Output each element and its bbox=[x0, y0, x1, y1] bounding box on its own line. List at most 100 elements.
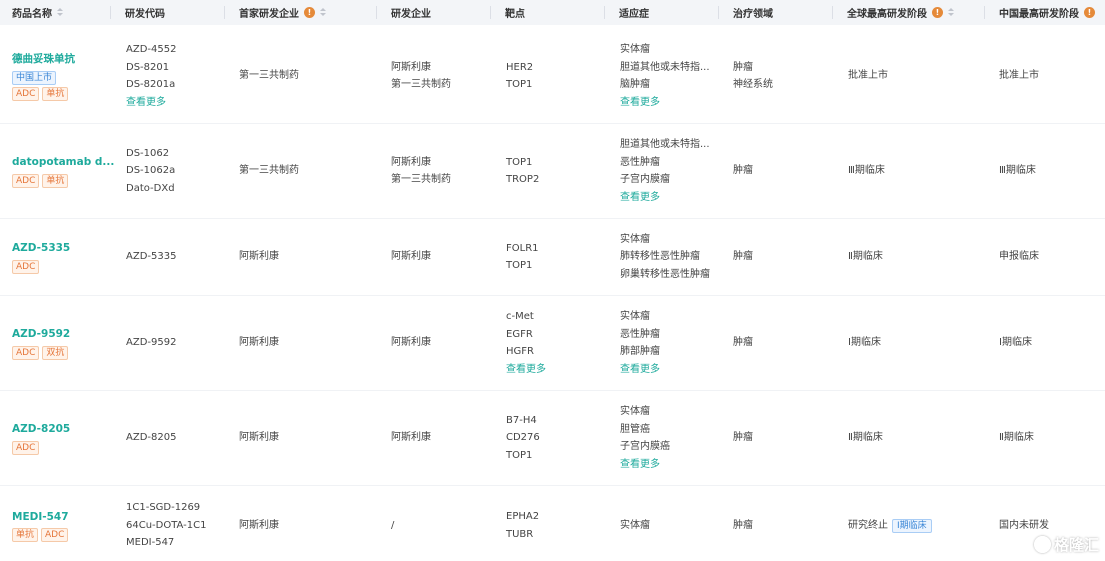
type-badge: 单抗 bbox=[12, 528, 39, 543]
type-badge: 单抗 bbox=[42, 86, 69, 101]
target-name: c-Met bbox=[506, 311, 534, 322]
therapy-area-name: 肿瘤 bbox=[733, 519, 753, 531]
watermark-logo-icon bbox=[1033, 536, 1051, 553]
type-tags: ADC 双抗 bbox=[12, 345, 70, 360]
cell-first-company: 第一三共制药 bbox=[239, 124, 299, 218]
cell-rd-code: AZD-5335 bbox=[126, 219, 176, 295]
see-more-link[interactable]: 查看更多 bbox=[506, 361, 546, 379]
see-more-link[interactable]: 查看更多 bbox=[620, 189, 710, 207]
therapy-area-name: 肿瘤 bbox=[733, 251, 753, 263]
cell-target: TOP1 TROP2 bbox=[506, 124, 539, 218]
type-badge: ADC bbox=[12, 259, 40, 274]
drug-name-link[interactable]: datopotamab d... bbox=[12, 154, 114, 172]
cell-therapy-area: 肿瘤 bbox=[733, 124, 753, 218]
header-rd-code: 研发代码 bbox=[110, 0, 165, 25]
global-stage-text: Ⅲ期临床 bbox=[848, 165, 885, 177]
global-stage-value: Ⅰ期临床 bbox=[848, 334, 881, 352]
first-company-name: 阿斯利康 bbox=[239, 337, 279, 349]
cell-drug-name: AZD-8205 ADC bbox=[12, 391, 70, 485]
rd-code: MEDI-547 bbox=[126, 537, 175, 549]
therapy-area-name: 肿瘤 bbox=[733, 432, 753, 444]
first-company-name: 第一三共制药 bbox=[239, 70, 299, 82]
global-stage-text: Ⅰ期临床 bbox=[848, 337, 881, 349]
header-drug-name[interactable]: 药品名称 bbox=[12, 0, 63, 25]
header-first-company[interactable]: 首家研发企业 ! bbox=[224, 0, 326, 25]
cell-therapy-area: 肿瘤 神经系统 bbox=[733, 29, 773, 123]
global-stage-text: 研究终止 bbox=[848, 519, 888, 531]
cell-indication: 实体瘤 bbox=[620, 486, 650, 561]
drug-name-link[interactable]: MEDI-547 bbox=[12, 509, 69, 527]
target-name: TOP1 bbox=[506, 260, 533, 271]
drug-name-link[interactable]: AZD-8205 bbox=[12, 421, 70, 439]
cell-rd-code: AZD-9592 bbox=[126, 296, 176, 390]
cell-rd-code: 1C1-SGD-1269 64Cu-DOTA-1C1 MEDI-547 bbox=[126, 486, 207, 561]
company-name: 阿斯利康 bbox=[391, 337, 431, 349]
cell-global-stage: Ⅱ期临床 bbox=[848, 219, 883, 295]
sort-icon[interactable] bbox=[57, 8, 63, 17]
sort-icon[interactable] bbox=[320, 8, 326, 17]
china-stage-text: 批准上市 bbox=[999, 70, 1039, 82]
drug-name-link[interactable]: AZD-9592 bbox=[12, 326, 70, 344]
therapy-area-name: 肿瘤 bbox=[733, 61, 753, 73]
china-stage-text: Ⅰ期临床 bbox=[999, 337, 1032, 349]
cell-therapy-area: 肿瘤 bbox=[733, 486, 753, 561]
company-name: / bbox=[391, 519, 395, 531]
target-name: TOP1 bbox=[506, 79, 533, 90]
cell-indication: 实体瘤 恶性肿瘤 肺部肿瘤 查看更多 bbox=[620, 296, 660, 390]
china-stage-text: 国内未研发 bbox=[999, 519, 1049, 531]
cell-company: / bbox=[391, 486, 394, 561]
cell-company: 阿斯利康 bbox=[391, 296, 431, 390]
header-indication: 适应症 bbox=[604, 0, 649, 25]
cell-indication: 胆道其他或未特指... 恶性肿瘤 子宫内膜瘤 查看更多 bbox=[620, 124, 710, 218]
cell-first-company: 第一三共制药 bbox=[239, 29, 299, 123]
china-stage-text: 申报临床 bbox=[999, 251, 1039, 263]
type-badge: ADC bbox=[12, 440, 40, 455]
sort-icon[interactable] bbox=[948, 8, 954, 17]
cell-first-company: 阿斯利康 bbox=[239, 486, 279, 561]
china-stage-text: Ⅱ期临床 bbox=[999, 432, 1034, 444]
cell-target: c-Met EGFR HGFR 查看更多 bbox=[506, 296, 546, 390]
cell-first-company: 阿斯利康 bbox=[239, 296, 279, 390]
header-global-stage[interactable]: 全球最高研发阶段 ! bbox=[832, 0, 954, 25]
cell-drug-name: AZD-5335 ADC bbox=[12, 219, 70, 295]
indication-name: 肺转移性恶性肿瘤 bbox=[620, 251, 700, 263]
cell-rd-code: AZD-4552 DS-8201 DS-8201a 查看更多 bbox=[126, 29, 176, 123]
company-name: 阿斯利康 bbox=[391, 251, 431, 263]
see-more-link[interactable]: 查看更多 bbox=[620, 94, 710, 112]
indication-name: 实体瘤 bbox=[620, 406, 650, 417]
cell-global-stage: 研究终止 Ⅰ期临床 bbox=[848, 486, 932, 561]
rd-code: 1C1-SGD-1269 bbox=[126, 502, 201, 514]
table-row: 德曲妥珠单抗 中国上市 ADC 单抗 AZD-4552 DS-8201 DS-8201a 查看… bbox=[0, 29, 1105, 124]
header-target: 靶点 bbox=[490, 0, 525, 25]
cell-company: 阿斯利康 bbox=[391, 219, 431, 295]
indication-name: 脑肿瘤 bbox=[620, 79, 650, 90]
first-company-name: 阿斯利康 bbox=[239, 519, 279, 531]
rd-code: DS-8201a bbox=[126, 79, 176, 90]
see-more-link[interactable]: 查看更多 bbox=[620, 361, 660, 379]
type-tags: ADC bbox=[12, 440, 70, 455]
type-badge: ADC bbox=[12, 173, 40, 188]
target-name: HER2 bbox=[506, 61, 534, 73]
drug-name-link[interactable]: AZD-5335 bbox=[12, 240, 70, 258]
info-icon[interactable]: ! bbox=[304, 7, 315, 18]
cell-therapy-area: 肿瘤 bbox=[733, 391, 753, 485]
header-china-stage[interactable]: 中国最高研发阶段 ! bbox=[984, 0, 1095, 25]
target-name: HGFR bbox=[506, 346, 534, 357]
drug-name-link[interactable]: 德曲妥珠单抗 bbox=[12, 51, 75, 69]
indication-name: 恶性肿瘤 bbox=[620, 328, 660, 340]
target-name: TUBR bbox=[506, 528, 534, 540]
table-header: 药品名称 研发代码 首家研发企业 ! 研发企业 靶点 适应症 治疗领域 全球最高… bbox=[0, 0, 1105, 25]
therapy-area-name: 神经系统 bbox=[733, 79, 773, 90]
type-tags: ADC 单抗 bbox=[12, 173, 114, 188]
info-icon[interactable]: ! bbox=[1084, 7, 1095, 18]
see-more-link[interactable]: 查看更多 bbox=[620, 456, 670, 474]
type-badge: ADC bbox=[41, 528, 69, 543]
global-stage-value: Ⅲ期临床 bbox=[848, 162, 885, 180]
therapy-area-name: 肿瘤 bbox=[733, 165, 753, 177]
info-icon[interactable]: ! bbox=[932, 7, 943, 18]
indication-name: 实体瘤 bbox=[620, 44, 650, 55]
cell-global-stage: Ⅲ期临床 bbox=[848, 124, 885, 218]
watermark: 格隆汇 bbox=[1033, 534, 1099, 555]
target-name: B7-H4 bbox=[506, 414, 537, 426]
see-more-link[interactable]: 查看更多 bbox=[126, 94, 176, 112]
